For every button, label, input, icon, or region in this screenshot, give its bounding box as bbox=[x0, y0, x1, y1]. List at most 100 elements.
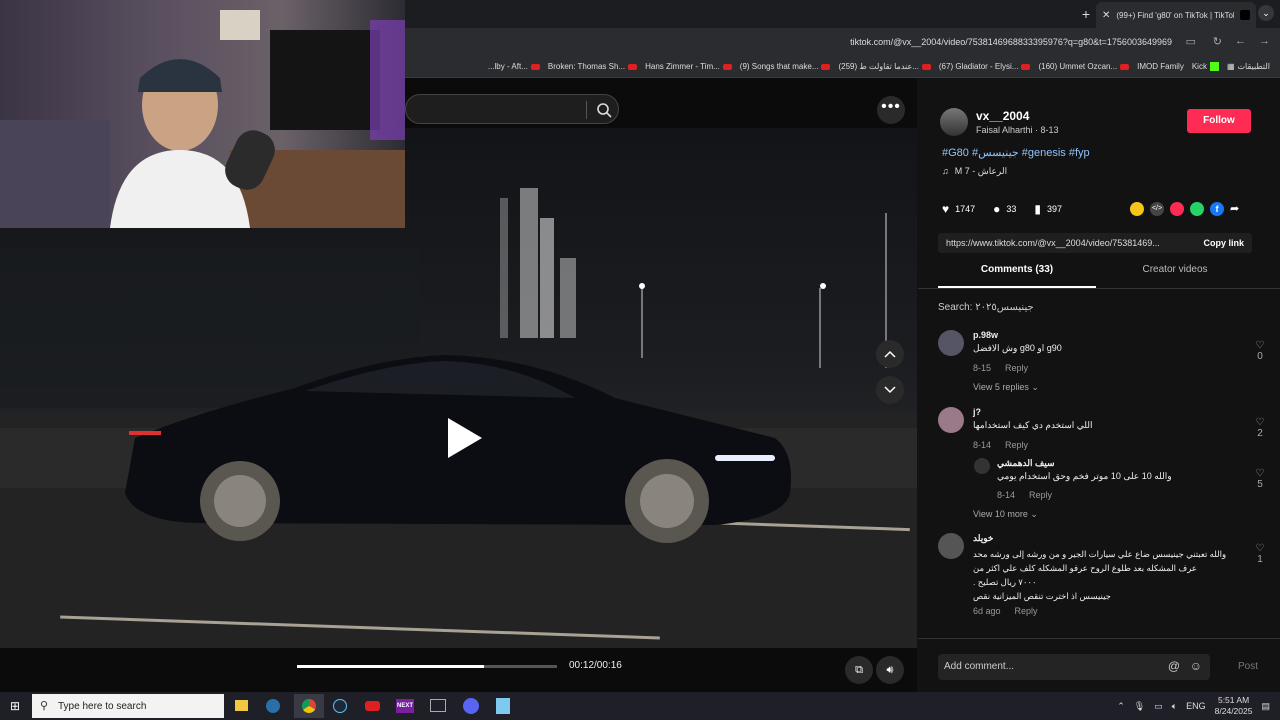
chrome-icon[interactable] bbox=[294, 694, 324, 718]
comment-like[interactable]: ♡ 0 bbox=[1252, 340, 1268, 362]
bookmark-item[interactable]: IMOD Family bbox=[1137, 62, 1184, 71]
tab-page-icon[interactable]: ▭ bbox=[1186, 35, 1196, 48]
progress-bar[interactable] bbox=[297, 665, 557, 668]
new-tab-button[interactable]: + bbox=[1082, 6, 1090, 22]
steam-app-icon[interactable] bbox=[333, 699, 347, 713]
bookmark-item[interactable]: Kick bbox=[1192, 62, 1219, 71]
taskbar-search-input[interactable]: ⚲ Type here to search bbox=[32, 694, 224, 718]
follow-button[interactable]: Follow bbox=[1187, 109, 1251, 133]
volume-button[interactable]: 🔊︎ bbox=[876, 656, 904, 684]
facebook-icon[interactable]: f bbox=[1210, 202, 1224, 216]
next-video-button[interactable] bbox=[876, 376, 904, 404]
previous-video-button[interactable] bbox=[876, 340, 904, 368]
heart-outline-icon: ♡ bbox=[1255, 543, 1265, 554]
back-arrow-icon[interactable]: ← bbox=[1235, 35, 1246, 47]
network-icon[interactable]: ▭ bbox=[1154, 701, 1163, 712]
windows-taskbar: ⊞ ⚲ Type here to search NEXT ⌃ 🎙︎ ▭ 🔈︎ E… bbox=[0, 692, 1280, 720]
heart-outline-icon: ♡ bbox=[1255, 417, 1265, 428]
comments-button[interactable]: ● 33 bbox=[993, 202, 1016, 216]
copy-link-button[interactable]: Copy link bbox=[1203, 238, 1244, 248]
file-explorer-icon[interactable] bbox=[235, 700, 248, 711]
reply-button[interactable]: Reply bbox=[1005, 440, 1028, 450]
notepad-icon[interactable] bbox=[496, 698, 510, 714]
view-more-button[interactable]: View 10 more ⌄ bbox=[973, 509, 1038, 520]
video-time: 00:12/00:16 bbox=[569, 660, 622, 671]
whatsapp-icon[interactable] bbox=[1190, 202, 1204, 216]
view-replies-button[interactable]: View 5 replies ⌄ bbox=[973, 382, 1039, 393]
close-tab-icon[interactable]: ✕ bbox=[1102, 10, 1110, 21]
avatar[interactable] bbox=[938, 533, 964, 559]
emoji-icon[interactable]: ☺ bbox=[1190, 659, 1202, 673]
steam-icon[interactable] bbox=[266, 699, 280, 713]
comment-like[interactable]: ♡ 5 bbox=[1252, 468, 1268, 490]
reply-button[interactable]: Reply bbox=[1015, 606, 1038, 616]
author-username[interactable]: vx__2004 bbox=[976, 109, 1029, 123]
youtube-icon bbox=[1021, 63, 1031, 70]
like-button[interactable]: ♥ 1747 bbox=[942, 202, 975, 216]
bookmark-item[interactable]: (67) Gladiator - Elysi... bbox=[939, 62, 1031, 71]
comment-meta: 8-15 Reply bbox=[973, 363, 1029, 373]
comment-username[interactable]: p.98w bbox=[973, 330, 998, 340]
video-link[interactable]: https://www.tiktok.com/@vx__2004/video/7… bbox=[946, 238, 1160, 248]
more-options-icon[interactable]: ••• bbox=[877, 96, 905, 124]
forward-arrow-icon[interactable]: → bbox=[1259, 35, 1270, 47]
post-button[interactable]: Post bbox=[1238, 661, 1258, 672]
windows-start-icon[interactable]: ⊞ bbox=[10, 699, 20, 713]
tray-chevron-icon[interactable]: ⌃ bbox=[1117, 701, 1125, 712]
tab-search-icon[interactable]: ⌄ bbox=[1258, 5, 1274, 21]
picture-in-picture-button[interactable]: ⧉ bbox=[845, 656, 873, 684]
link-box: https://www.tiktok.com/@vx__2004/video/7… bbox=[938, 233, 1252, 253]
avatar[interactable] bbox=[938, 407, 964, 433]
avatar[interactable] bbox=[974, 458, 990, 474]
comment-like[interactable]: ♡ 1 bbox=[1252, 543, 1268, 565]
bookmark-item[interactable]: Broken: Thomas Sh... bbox=[548, 62, 638, 71]
coin-icon[interactable] bbox=[1130, 202, 1144, 216]
heart-outline-icon: ♡ bbox=[1255, 340, 1265, 351]
comment-footer: Add comment... @ ☺ Post bbox=[918, 638, 1280, 692]
tab-title: (99+) Find 'g80' on TikTok | TikTok bbox=[1116, 10, 1234, 20]
send-icon[interactable] bbox=[1170, 202, 1184, 216]
search-input[interactable] bbox=[405, 94, 619, 124]
discord-icon[interactable] bbox=[463, 698, 479, 714]
apps-bookmark[interactable]: ▦ التطبيقات bbox=[1227, 62, 1270, 71]
embed-icon[interactable]: </> bbox=[1150, 202, 1164, 216]
volume-icon[interactable]: 🔈︎ bbox=[1172, 701, 1177, 712]
bookmark-item[interactable]: (259) عندما تقاولت ط... bbox=[838, 62, 931, 71]
comment-username[interactable]: خويلد bbox=[973, 533, 993, 544]
add-comment-input[interactable]: Add comment... @ ☺ bbox=[938, 654, 1210, 680]
bookmark-item[interactable]: (160) Ummet Ozcan... bbox=[1038, 62, 1130, 71]
bookmark-item[interactable]: (9) Songs that make... bbox=[740, 62, 831, 71]
clock[interactable]: 5:51 AM 8/24/2025 bbox=[1215, 695, 1253, 717]
comment-username[interactable]: j? bbox=[973, 407, 981, 417]
next-app-icon[interactable]: NEXT bbox=[396, 699, 414, 713]
comment-item: j? اللي استخدم دي كيف استخدامها 8-14 Repl… bbox=[938, 407, 1268, 452]
browser-tab-tiktok[interactable]: ✕ (99+) Find 'g80' on TikTok | TikTok bbox=[1096, 2, 1256, 28]
capture-app-icon[interactable] bbox=[430, 699, 446, 712]
music-row[interactable]: ♫ M 7 - الرعاش bbox=[942, 166, 1007, 177]
reply-button[interactable]: Reply bbox=[1005, 363, 1028, 373]
reload-icon[interactable]: ↻ bbox=[1213, 35, 1222, 48]
save-button[interactable]: ▮ 397 bbox=[1034, 202, 1062, 216]
search-icon[interactable] bbox=[596, 102, 612, 118]
url-text[interactable]: tiktok.com/@vx__2004/video/7538146968833… bbox=[850, 37, 1172, 47]
comment-like[interactable]: ♡ 2 bbox=[1252, 417, 1268, 439]
mention-icon[interactable]: @ bbox=[1168, 659, 1180, 673]
search-suggestion[interactable]: Search: جينيسس٢٠٢٥ bbox=[938, 302, 1034, 313]
tab-comments[interactable]: Comments (33) bbox=[938, 264, 1096, 275]
author-avatar[interactable] bbox=[940, 108, 968, 136]
tab-creator-videos[interactable]: Creator videos bbox=[1096, 264, 1254, 275]
play-icon[interactable] bbox=[442, 416, 486, 460]
bookmark-item[interactable]: Hans Zimmer - Tim... bbox=[645, 62, 732, 71]
youtube-app-icon[interactable] bbox=[365, 701, 380, 711]
chevron-up-icon bbox=[884, 350, 896, 358]
search-divider bbox=[586, 101, 587, 119]
reply-button[interactable]: Reply bbox=[1029, 490, 1052, 500]
notifications-icon[interactable]: ▤ bbox=[1261, 701, 1270, 712]
bookmark-item[interactable]: ...lby - Aft... bbox=[488, 62, 540, 71]
comment-username[interactable]: سيف الدهمشي bbox=[997, 458, 1055, 469]
share-arrow-icon[interactable]: ➦ bbox=[1230, 202, 1239, 216]
tabs-divider bbox=[918, 288, 1280, 289]
language-indicator[interactable]: ENG bbox=[1186, 701, 1206, 711]
microphone-icon[interactable]: 🎙︎ bbox=[1134, 701, 1145, 712]
avatar[interactable] bbox=[938, 330, 964, 356]
